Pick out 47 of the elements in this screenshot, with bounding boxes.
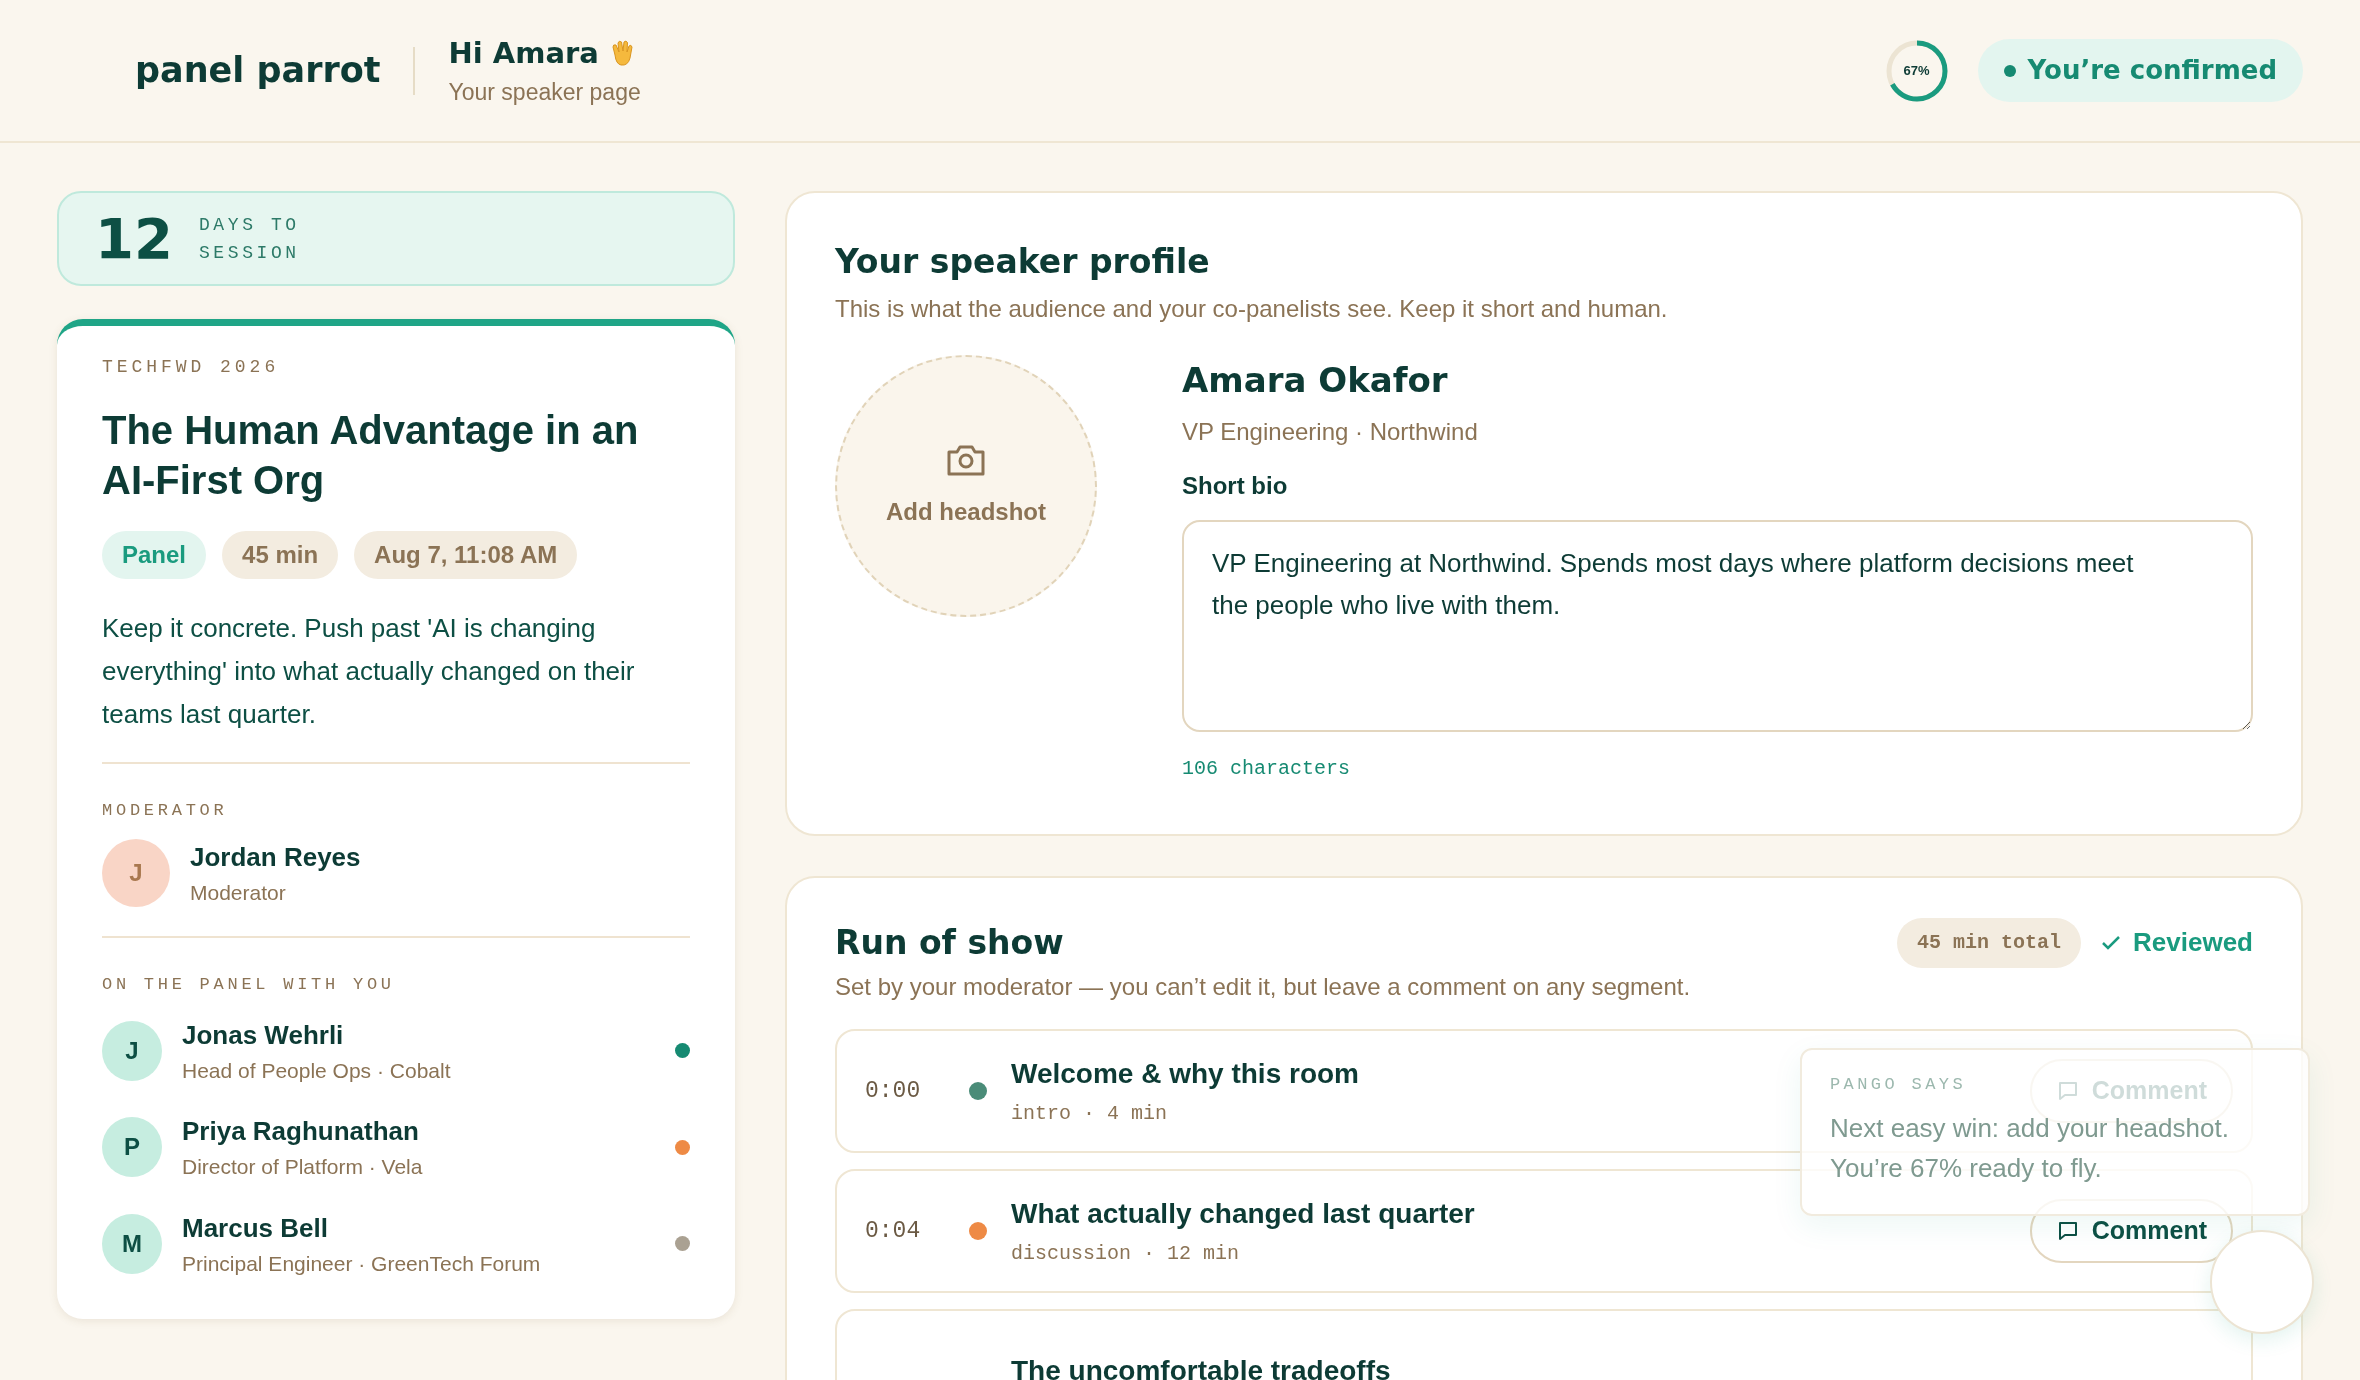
panelist-name: Jonas Wehrli — [182, 1018, 345, 1052]
bio-field[interactable]: VP Engineering at Northwind. Spends most days where platform decisions meet the people who live with them. — [1182, 519, 2253, 732]
segment-title: The uncomfortable tradeoffs — [1011, 1354, 1391, 1380]
card-title: Your speaker profile — [835, 241, 1211, 283]
moderator-role: Moderator — [190, 879, 287, 906]
section-label: ON THE PANEL WITH YOU — [102, 974, 396, 996]
event-label: TECHFWD 2026 — [102, 356, 281, 379]
status-label: You’re confirmed — [2027, 54, 2277, 87]
segment-time: 0:00 — [865, 1076, 922, 1106]
avatar: J — [102, 1020, 162, 1081]
segment-meta: intro · 4 min — [1011, 1101, 1169, 1127]
panelist-role: Director of Platform · Vela — [182, 1154, 424, 1180]
segment-time: 0:04 — [865, 1216, 922, 1246]
avatar: M — [102, 1213, 162, 1274]
logo[interactable]: panel parrot — [135, 44, 381, 97]
session-tag: 45 min — [222, 531, 339, 579]
reviewed-label: Reviewed — [2133, 926, 2253, 959]
page-subtitle: Your speaker page — [448, 78, 641, 107]
speaker-role: VP Engineering · Northwind — [1182, 416, 1479, 447]
segment-title: Welcome & why this room — [1011, 1057, 1359, 1091]
card-subtitle: Set by your moderator — you can’t edit it, but leave a comment on any segment. — [835, 972, 1691, 1002]
segment-meta: discussion · 12 min — [1011, 1241, 1241, 1267]
add-headshot-button[interactable]: Add headshot — [835, 354, 1097, 617]
session-tag: Panel — [102, 531, 207, 579]
session-brief: Keep it concrete. Push past 'AI is changing everything' into what actually changed on their teams last quarter. — [102, 612, 636, 731]
bio-label: Short bio — [1182, 470, 1289, 501]
speaker-name: Amara Okafor — [1182, 358, 1449, 402]
session-tag: Aug 7, 11:08 AM — [354, 531, 578, 579]
panelist-name: Priya Raghunathan — [182, 1115, 420, 1148]
greeting: Hi Amara — [448, 34, 599, 72]
section-label: MODERATOR — [102, 800, 229, 822]
countdown-number: 12 — [95, 204, 173, 273]
tip-heading: PANGO SAYS — [1830, 1074, 1967, 1096]
card-subtitle: This is what the audience and your co-panelists see. Keep it short and human. — [835, 293, 1669, 324]
panelist-role: Head of People Ops · Cobalt — [182, 1057, 452, 1084]
moderator-name: Jordan Reyes — [190, 840, 361, 874]
character-count: 106 characters — [1182, 755, 1352, 782]
avatar: P — [102, 1117, 162, 1178]
card-title: Run of show — [835, 921, 1065, 964]
segment-title: What actually changed last quarter — [1011, 1197, 1475, 1231]
progress-label: 67% — [1902, 61, 1931, 80]
panelist-name: Marcus Bell — [182, 1211, 329, 1245]
avatar: J — [102, 838, 170, 907]
panelist-role: Principal Engineer · GreenTech Forum — [182, 1250, 542, 1277]
total-duration: 45 min total — [1897, 917, 2082, 968]
countdown-label: DAYS TO SESSION — [198, 213, 301, 265]
session-title: The Human Advantage in an AI-First Org — [102, 407, 640, 504]
